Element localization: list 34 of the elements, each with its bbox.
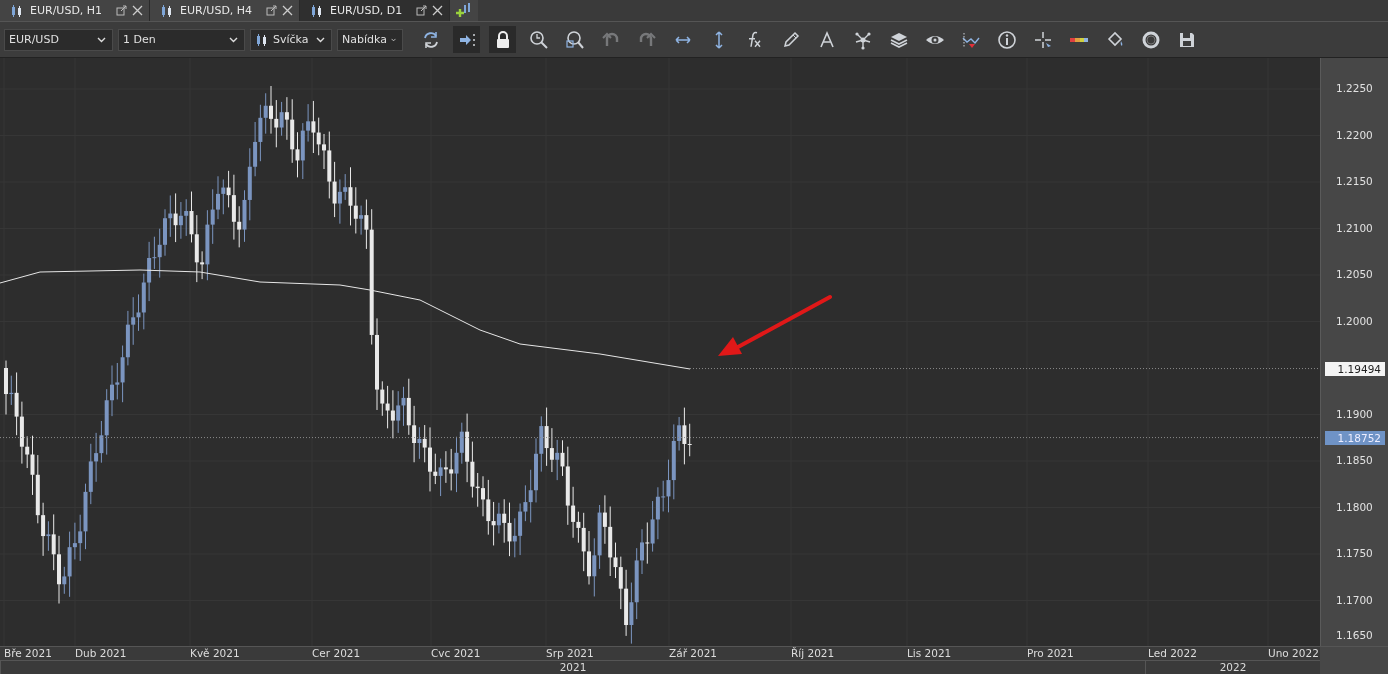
month-label: Uno 2022 bbox=[1268, 647, 1319, 660]
month-label: Zář 2021 bbox=[669, 647, 717, 660]
month-label: Led 2022 bbox=[1148, 647, 1197, 660]
month-label: Lis 2021 bbox=[907, 647, 952, 660]
month-label: Cvc 2021 bbox=[431, 647, 481, 660]
chart-tab[interactable]: EUR/USD, H1 bbox=[0, 0, 150, 21]
price-label: 1.1800 bbox=[1336, 500, 1373, 513]
price-label: 1.2250 bbox=[1336, 82, 1373, 94]
price-marker: 1.19494 bbox=[1325, 361, 1385, 376]
price-marker: 1.18752 bbox=[1325, 430, 1385, 445]
price-label: 1.2000 bbox=[1336, 314, 1373, 327]
month-label: Říj 2021 bbox=[791, 647, 835, 660]
month-label: Cer 2021 bbox=[312, 647, 361, 660]
dropdown[interactable]: 1 Den bbox=[118, 28, 245, 51]
price-label: 1.1750 bbox=[1336, 547, 1373, 559]
chart-tab[interactable]: EUR/USD, H4 bbox=[150, 0, 300, 21]
price-label: 1.1850 bbox=[1336, 454, 1373, 466]
chart-tab[interactable]: EUR/USD, D1 bbox=[300, 0, 450, 21]
price-label: 1.1900 bbox=[1336, 407, 1373, 420]
price-label: 1.2100 bbox=[1336, 221, 1373, 234]
price-label: 1.2200 bbox=[1336, 128, 1373, 141]
month-label: Srp 2021 bbox=[546, 647, 594, 660]
dropdown[interactable]: Nabídka bbox=[337, 28, 403, 51]
price-label: 1.2150 bbox=[1336, 175, 1373, 187]
price-label: 1.1700 bbox=[1336, 593, 1373, 606]
price-label: 1.1650 bbox=[1336, 629, 1373, 641]
year-label: 2021 bbox=[0, 661, 1145, 674]
month-label: Kvě 2021 bbox=[190, 647, 240, 660]
month-label: Dub 2021 bbox=[75, 647, 127, 660]
price-label: 1.2050 bbox=[1336, 268, 1373, 280]
month-label: Pro 2021 bbox=[1027, 647, 1074, 660]
dropdown[interactable]: EUR/USD bbox=[4, 28, 113, 51]
dropdown[interactable]: Svíčka bbox=[250, 28, 332, 51]
month-label: Bře 2021 bbox=[4, 647, 52, 660]
